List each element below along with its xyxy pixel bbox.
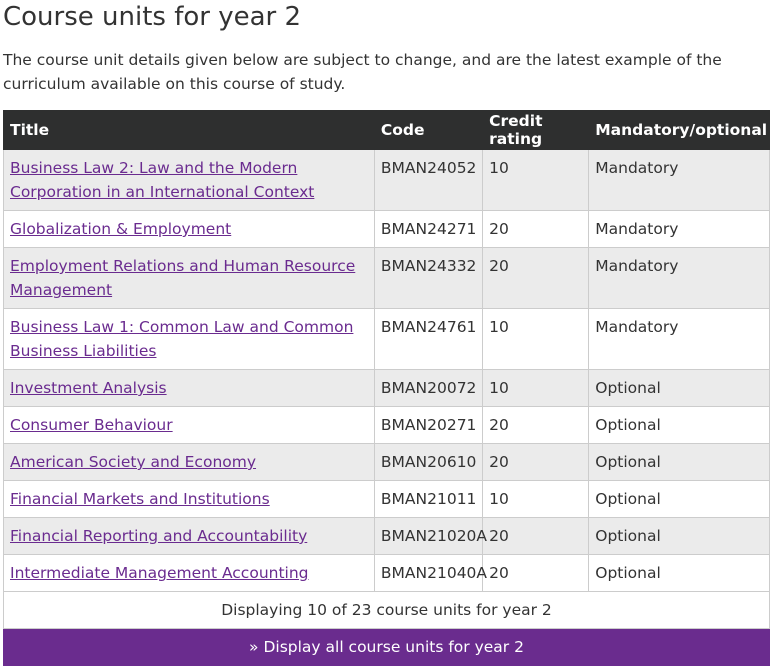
unit-code: BMAN24271 xyxy=(373,210,484,248)
unit-code: BMAN21020A xyxy=(373,517,487,555)
unit-title-cell: Financial Markets and Institutions xyxy=(3,480,375,518)
header-credit-rating: Credit rating xyxy=(482,110,590,150)
unit-mandatory: Mandatory xyxy=(588,308,770,370)
unit-link[interactable]: Financial Reporting and Accountability xyxy=(10,527,307,545)
unit-mandatory: Optional xyxy=(588,480,770,518)
unit-code: BMAN24332 xyxy=(373,247,484,309)
display-all-units-button[interactable]: » Display all course units for year 2 xyxy=(3,628,770,666)
unit-title-cell: Consumer Behaviour xyxy=(3,406,375,444)
unit-title-cell: Business Law 1: Common Law and Common Bu… xyxy=(3,308,375,370)
unit-link[interactable]: Investment Analysis xyxy=(10,379,167,397)
unit-link[interactable]: Intermediate Management Accounting xyxy=(10,564,309,582)
table-row: Investment Analysis BMAN20072 10 Optiona… xyxy=(3,369,770,407)
unit-mandatory: Optional xyxy=(588,517,770,555)
summary-row: Displaying 10 of 23 course units for yea… xyxy=(3,591,770,629)
unit-credit: 20 xyxy=(482,210,590,248)
unit-credit: 10 xyxy=(482,480,590,518)
table-row: Consumer Behaviour BMAN20271 20 Optional xyxy=(3,406,770,444)
table-row: Globalization & Employment BMAN24271 20 … xyxy=(3,210,770,248)
unit-code: BMAN21040A xyxy=(373,554,487,592)
table-row: Financial Markets and Institutions BMAN2… xyxy=(3,480,770,518)
unit-title-cell: Globalization & Employment xyxy=(3,210,375,248)
course-units-section: Course units for year 2 The course unit … xyxy=(0,0,773,666)
table-row: Intermediate Management Accounting BMAN2… xyxy=(3,554,770,592)
unit-link[interactable]: Globalization & Employment xyxy=(10,220,231,238)
unit-mandatory: Optional xyxy=(588,369,770,407)
unit-mandatory: Mandatory xyxy=(588,247,770,309)
display-all-row: » Display all course units for year 2 xyxy=(3,628,770,666)
unit-mandatory: Mandatory xyxy=(588,210,770,248)
unit-code: BMAN21011 xyxy=(373,480,484,518)
unit-link[interactable]: American Society and Economy xyxy=(10,453,256,471)
unit-link[interactable]: Consumer Behaviour xyxy=(10,416,173,434)
header-mandatory-optional: Mandatory/optional xyxy=(588,110,770,150)
table-row: American Society and Economy BMAN20610 2… xyxy=(3,443,770,481)
unit-title-cell: Intermediate Management Accounting xyxy=(3,554,375,592)
unit-title-cell: Financial Reporting and Accountability xyxy=(3,517,375,555)
unit-credit: 20 xyxy=(482,517,590,555)
table-row: Financial Reporting and Accountability B… xyxy=(3,517,770,555)
unit-mandatory: Optional xyxy=(588,443,770,481)
table-row: Employment Relations and Human Resource … xyxy=(3,247,770,309)
unit-credit: 20 xyxy=(482,247,590,309)
unit-code: BMAN20072 xyxy=(373,369,484,407)
course-units-table: Title Code Credit rating Mandatory/optio… xyxy=(3,110,770,666)
page-title: Course units for year 2 xyxy=(3,2,302,32)
unit-title-cell: Employment Relations and Human Resource … xyxy=(3,247,375,309)
unit-title-cell: Investment Analysis xyxy=(3,369,375,407)
table-header-row: Title Code Credit rating Mandatory/optio… xyxy=(3,110,770,150)
unit-link[interactable]: Business Law 2: Law and the Modern Corpo… xyxy=(10,159,314,201)
units-count-summary: Displaying 10 of 23 course units for yea… xyxy=(3,591,770,629)
unit-link[interactable]: Financial Markets and Institutions xyxy=(10,490,270,508)
table-row: Business Law 2: Law and the Modern Corpo… xyxy=(3,149,770,211)
unit-credit: 20 xyxy=(482,443,590,481)
unit-credit: 20 xyxy=(482,406,590,444)
unit-credit: 20 xyxy=(482,554,590,592)
unit-credit: 10 xyxy=(482,149,590,211)
unit-credit: 10 xyxy=(482,369,590,407)
unit-code: BMAN20271 xyxy=(373,406,484,444)
unit-title-cell: American Society and Economy xyxy=(3,443,375,481)
header-code: Code xyxy=(373,110,484,150)
unit-title-cell: Business Law 2: Law and the Modern Corpo… xyxy=(3,149,375,211)
unit-mandatory: Optional xyxy=(588,406,770,444)
unit-mandatory: Optional xyxy=(588,554,770,592)
unit-code: BMAN24761 xyxy=(373,308,484,370)
unit-link[interactable]: Business Law 1: Common Law and Common Bu… xyxy=(10,318,353,360)
unit-link[interactable]: Employment Relations and Human Resource … xyxy=(10,257,355,299)
intro-text: The course unit details given below are … xyxy=(3,51,722,93)
unit-credit: 10 xyxy=(482,308,590,370)
unit-mandatory: Mandatory xyxy=(588,149,770,211)
unit-code: BMAN20610 xyxy=(373,443,484,481)
unit-code: BMAN24052 xyxy=(373,149,484,211)
table-row: Business Law 1: Common Law and Common Bu… xyxy=(3,308,770,370)
header-title: Title xyxy=(3,110,375,150)
